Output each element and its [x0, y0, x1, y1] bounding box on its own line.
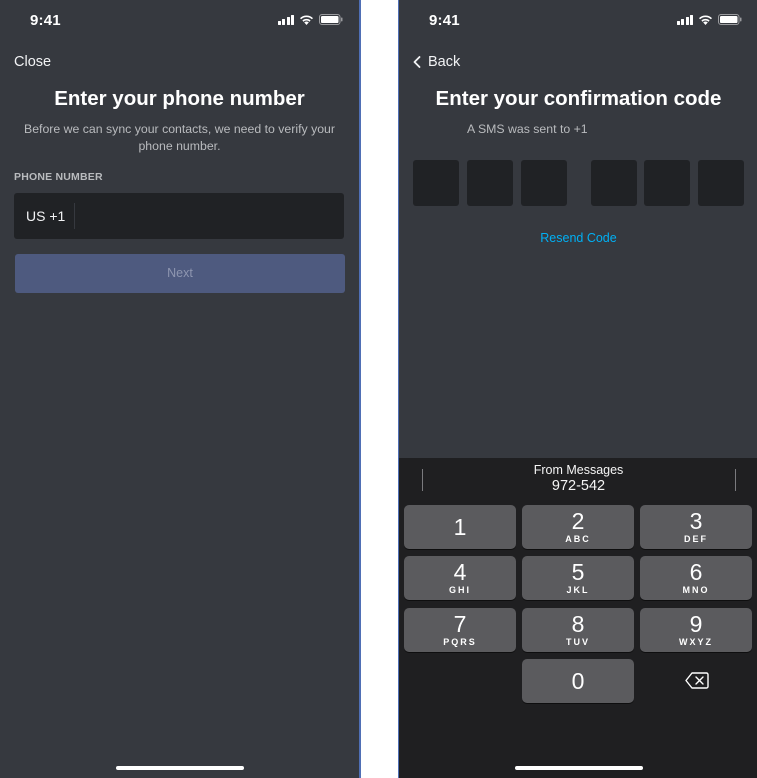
status-time: 9:41 [30, 12, 61, 29]
key-8[interactable]: 8 TUV [522, 608, 634, 652]
key-5[interactable]: 5 JKL [522, 556, 634, 600]
wifi-icon [299, 14, 314, 25]
battery-icon [718, 14, 742, 25]
home-indicator[interactable] [115, 766, 244, 770]
phone-number-label: PHONE NUMBER [14, 171, 103, 183]
key-1[interactable]: 1 [404, 505, 516, 549]
key-6[interactable]: 6 MNO [640, 556, 752, 600]
code-digit-5[interactable] [644, 160, 690, 206]
autofill-suggestion[interactable]: From Messages 972-542 [399, 458, 757, 500]
page-subtitle: Before we can sync your contacts, we nee… [24, 122, 335, 153]
page-title: Enter your phone number [54, 87, 305, 110]
battery-icon [319, 14, 343, 25]
delete-key[interactable] [640, 659, 752, 703]
resend-code-link[interactable]: Resend Code [399, 231, 757, 245]
cellular-signal-icon [277, 14, 294, 25]
chevron-left-icon [413, 56, 421, 68]
status-bar: 9:41 [0, 0, 359, 40]
cellular-signal-icon [676, 14, 693, 25]
suggestion-divider [735, 469, 736, 491]
key-2[interactable]: 2 ABC [522, 505, 634, 549]
home-indicator[interactable] [514, 766, 643, 770]
key-7[interactable]: 7 PQRS [404, 608, 516, 652]
close-button[interactable]: Close [14, 54, 51, 70]
confirmation-code-screen: 9:41 Back Enter your confirmation code A… [398, 0, 757, 778]
next-button[interactable]: Next [15, 254, 345, 293]
back-label: Back [428, 54, 461, 70]
phone-number-field[interactable]: US +1 [14, 193, 344, 239]
code-digit-1[interactable] [413, 160, 459, 206]
phone-number-screen: 9:41 Close Enter your phone number Befor… [0, 0, 361, 778]
status-bar: 9:41 [399, 0, 757, 40]
suggestion-code[interactable]: 972-542 [399, 478, 757, 494]
key-3[interactable]: 3 DEF [640, 505, 752, 549]
key-9[interactable]: 9 WXYZ [640, 608, 752, 652]
code-digit-4[interactable] [591, 160, 637, 206]
suggestion-source: From Messages [533, 463, 624, 477]
wifi-icon [698, 14, 713, 25]
code-digit-6[interactable] [698, 160, 744, 206]
backspace-icon [685, 672, 709, 689]
status-time: 9:41 [429, 12, 460, 29]
key-4[interactable]: 4 GHI [404, 556, 516, 600]
key-0[interactable]: 0 [522, 659, 634, 703]
numeric-keyboard: From Messages 972-542 1 2 ABC 3 DEF 4 GH… [399, 458, 757, 778]
input-divider [74, 203, 75, 229]
page-subtitle: A SMS was sent to +1 [467, 122, 588, 136]
back-button[interactable]: Back [413, 54, 460, 70]
code-digit-3[interactable] [521, 160, 567, 206]
country-code-selector[interactable]: US +1 [26, 208, 65, 224]
code-digit-2[interactable] [467, 160, 513, 206]
page-title: Enter your confirmation code [435, 87, 722, 110]
